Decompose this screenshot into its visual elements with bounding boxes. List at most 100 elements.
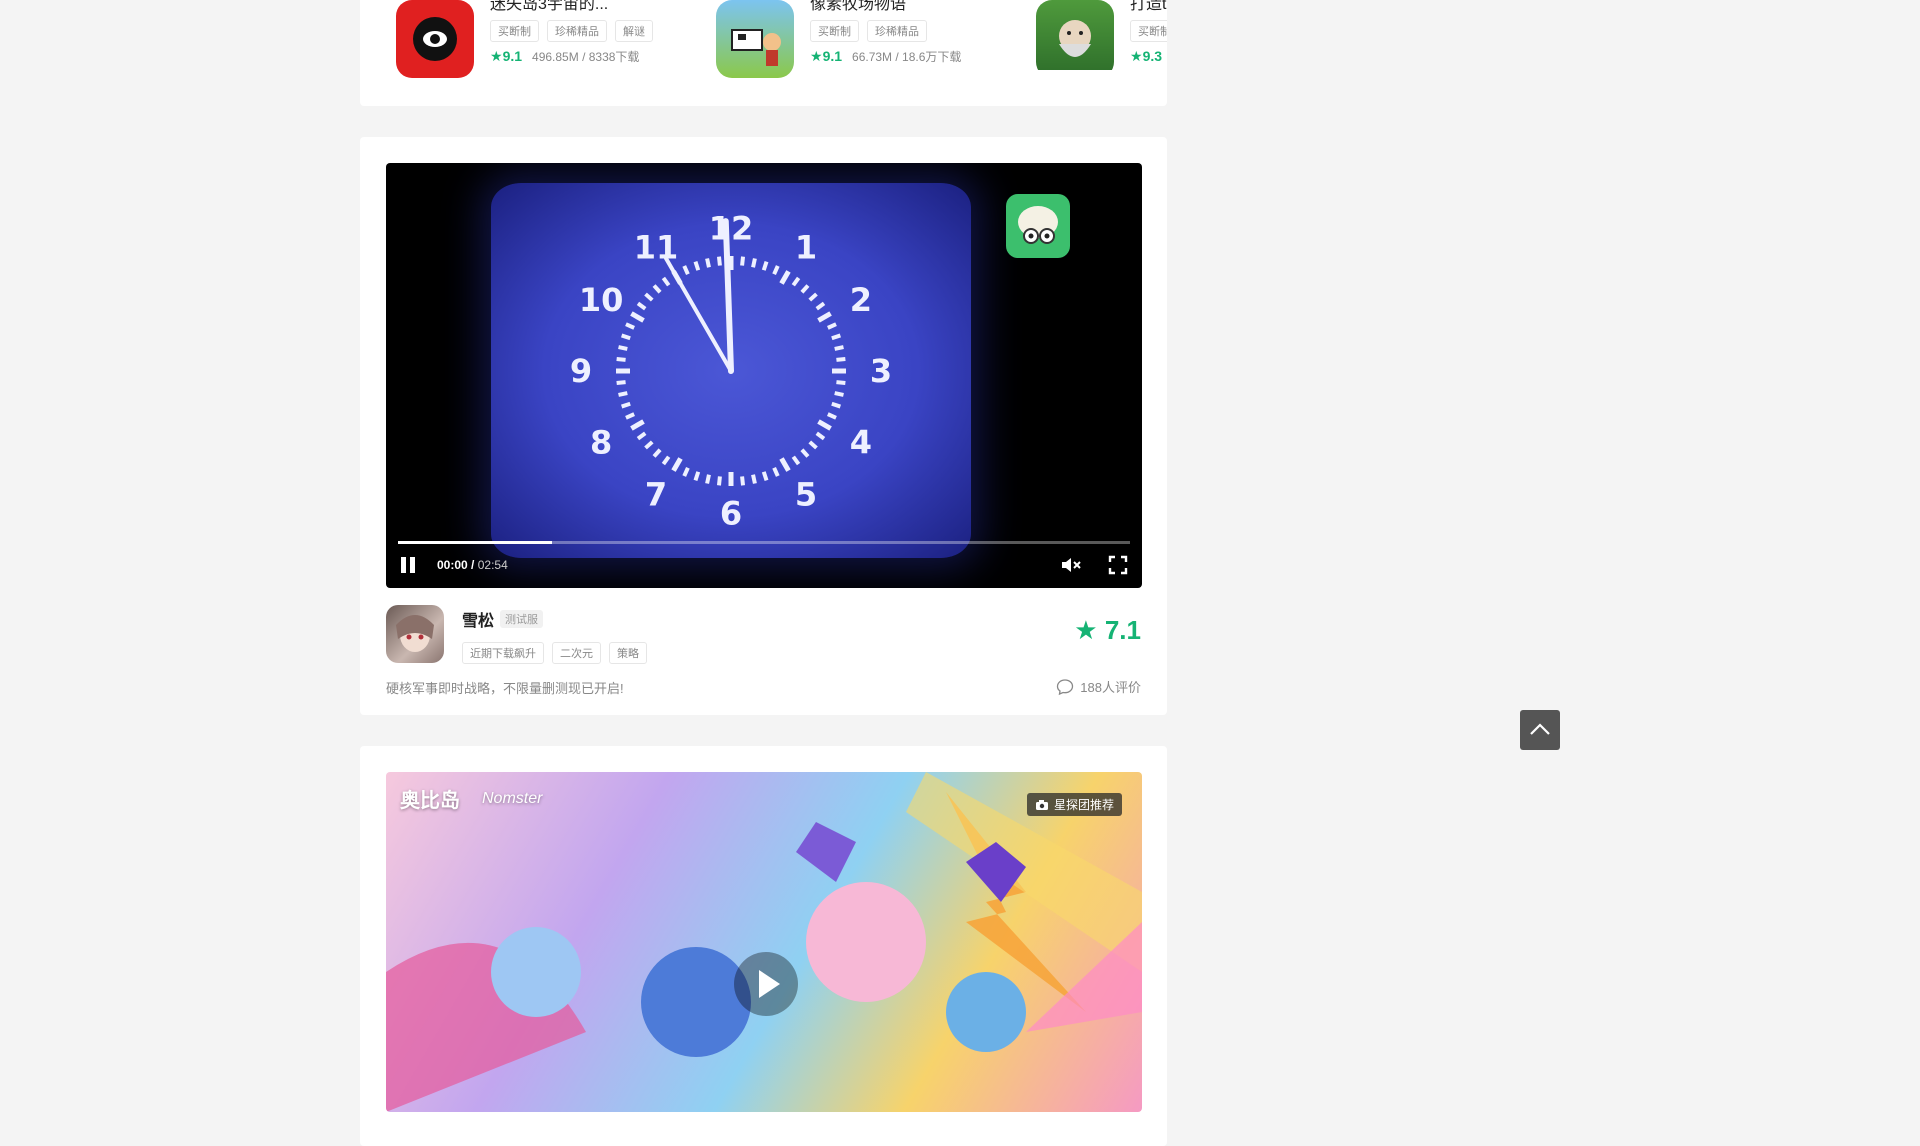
- app-item[interactable]: 迷失岛3宇宙的... 买断制 珍稀精品 解谜 ★9.1 496.85M / 83…: [396, 0, 696, 78]
- game-tag[interactable]: 策略: [609, 642, 647, 664]
- clock-tick: [808, 292, 818, 302]
- clock-tick: [616, 356, 626, 362]
- clock-tick: [705, 258, 711, 268]
- app-tag: 解谜: [615, 20, 653, 42]
- play-button[interactable]: [734, 952, 798, 1016]
- clock-tick: [644, 440, 654, 450]
- back-to-top-button[interactable]: [1520, 710, 1560, 750]
- clock-tick: [761, 471, 769, 481]
- clock-tick: [716, 256, 722, 266]
- clock-tick: [817, 419, 832, 431]
- clock-tick: [772, 467, 780, 477]
- app-name[interactable]: 像素牧场物语: [810, 0, 1010, 14]
- app-icon[interactable]: [716, 0, 794, 78]
- clock-tick: [652, 284, 662, 294]
- clock-number: 8: [590, 423, 612, 461]
- clock-hand: [664, 256, 733, 373]
- clock-tick: [652, 448, 662, 458]
- camera-icon: [1035, 799, 1048, 810]
- game-name[interactable]: 雪松: [462, 607, 494, 631]
- app-tag: 珍稀精品: [547, 20, 607, 42]
- clock-tick: [808, 440, 818, 450]
- app-rating: ★9.1: [490, 48, 523, 64]
- clock-number: 3: [870, 352, 892, 390]
- game-banner[interactable]: 奥比岛 Nomster 星探团推荐: [386, 772, 1142, 1112]
- volume-muted-icon: [1062, 558, 1081, 572]
- fullscreen-icon: [1108, 555, 1128, 575]
- video-frame-clock: 12 1 2 3 4 5 6 7 8 9 10 11: [491, 183, 971, 558]
- clock-tick: [791, 276, 801, 287]
- clock-tick: [817, 311, 832, 323]
- clock-tick: [740, 256, 746, 266]
- clock-tick: [618, 391, 628, 397]
- banner-sublogo: Nomster: [482, 790, 543, 807]
- clock-tick: [616, 380, 626, 386]
- game-logo-watermark: [1006, 194, 1070, 258]
- app-name[interactable]: 迷失岛3宇宙的...: [490, 0, 690, 14]
- clock-tick: [831, 401, 841, 409]
- clock-tick: [836, 356, 846, 362]
- fullscreen-button[interactable]: [1108, 555, 1128, 575]
- comment-icon: [1057, 678, 1074, 695]
- clock-number: 4: [850, 423, 872, 461]
- clock-tick: [791, 455, 801, 466]
- clock-number: 12: [709, 210, 754, 248]
- app-name[interactable]: 打造t: [1130, 0, 1167, 14]
- game-description: 硬核军事即时战略，不限量删测现已开启!: [386, 681, 624, 696]
- video-player[interactable]: 12 1 2 3 4 5 6 7 8 9 10 11 00:00 / 02:54: [386, 163, 1142, 588]
- clock-tick: [827, 412, 837, 420]
- clock-tick: [834, 391, 844, 397]
- clock-tick: [815, 431, 826, 441]
- clock-tick: [625, 412, 635, 420]
- clock-tick: [751, 258, 757, 268]
- clock-tick: [693, 261, 701, 271]
- clock-number: 2: [850, 281, 872, 319]
- app-icon[interactable]: [396, 0, 474, 78]
- clock-face: 12 12 3 45 6 78 9 10 11: [570, 210, 892, 533]
- recommended-apps-card: 迷失岛3宇宙的... 买断制 珍稀精品 解谜 ★9.1 496.85M / 83…: [360, 0, 1167, 106]
- game-tag[interactable]: 二次元: [552, 642, 601, 664]
- clock-number: 6: [720, 495, 742, 533]
- clock-tick: [740, 476, 746, 486]
- pause-button[interactable]: [398, 555, 418, 575]
- app-tag: 买断制: [490, 20, 539, 42]
- clock-number: 5: [795, 475, 817, 513]
- clock-tick: [636, 431, 647, 441]
- game-rating: ★ 7.1: [1074, 615, 1141, 645]
- clock-tick: [636, 301, 647, 311]
- clock-tick: [644, 292, 654, 302]
- clock-tick: [779, 457, 791, 472]
- app-icon[interactable]: [1036, 0, 1114, 70]
- clock-number: 9: [570, 352, 592, 390]
- clock-tick: [625, 322, 635, 330]
- clock-tick: [815, 301, 826, 311]
- clock-tick: [831, 333, 841, 341]
- app-item[interactable]: 打造t 买断制 ★9.3: [1036, 0, 1167, 70]
- app-tag: 买断制: [810, 20, 859, 42]
- clock-tick: [630, 311, 645, 323]
- clock-tick: [800, 448, 810, 458]
- clock-tick: [671, 457, 683, 472]
- video-controls: 00:00 / 02:54: [386, 543, 1142, 588]
- review-count[interactable]: 188人评价: [1056, 677, 1141, 696]
- recommend-badge: 星探团推荐: [1026, 793, 1122, 816]
- clock-tick: [661, 276, 671, 287]
- clock-tick: [661, 455, 671, 466]
- clock-tick: [800, 284, 810, 294]
- app-rating: ★9.3: [1130, 48, 1163, 64]
- mute-button[interactable]: [1060, 555, 1082, 575]
- clock-tick: [836, 380, 846, 386]
- game-tag[interactable]: 近期下载飙升: [462, 642, 544, 664]
- app-item[interactable]: 像素牧场物语 买断制 珍稀精品 ★9.1 66.73M / 18.6万下载: [716, 0, 1016, 78]
- clock-tick: [705, 474, 711, 484]
- game-video-card: 12 12 3 45 6 78 9 10 11 00:00 / 02:54: [360, 137, 1167, 715]
- app-size-downloads: 66.73M / 18.6万下载: [852, 50, 962, 64]
- app-tag: 买断制: [1130, 20, 1167, 42]
- banner-logo: 奥比岛: [400, 790, 460, 812]
- banner-artwork: [386, 772, 1142, 1112]
- game-icon[interactable]: [386, 605, 444, 663]
- clock-tick: [827, 322, 837, 330]
- clock-tick: [716, 476, 722, 486]
- clock-tick: [779, 270, 791, 285]
- clock-number: 10: [579, 281, 624, 319]
